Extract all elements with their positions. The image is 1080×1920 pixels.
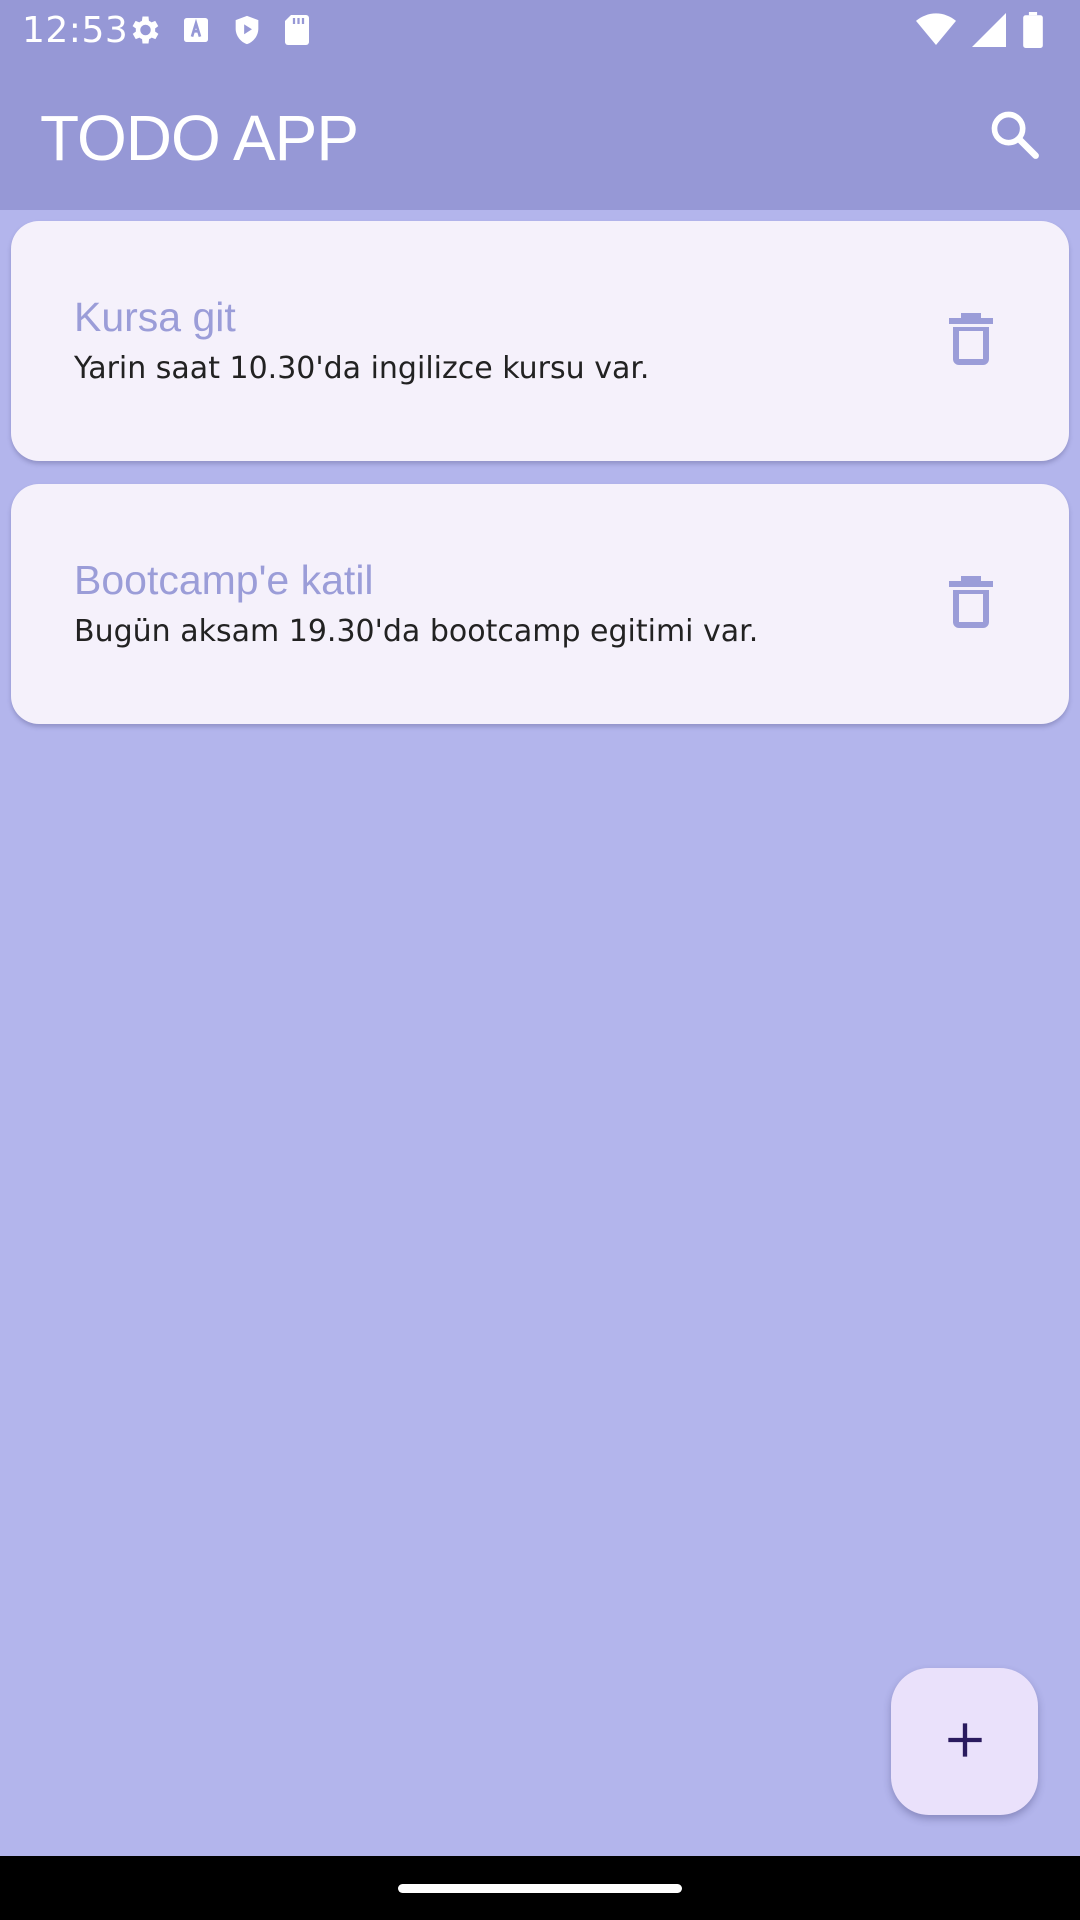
todo-title: Kursa git (74, 294, 236, 340)
status-time: 12:53 (22, 10, 129, 51)
signal-icon (972, 13, 1006, 51)
shield-play-icon (230, 12, 264, 52)
gear-icon (126, 12, 162, 52)
app-title: TODO APP (40, 102, 359, 174)
delete-button[interactable] (943, 576, 999, 632)
wifi-icon (916, 13, 956, 51)
home-indicator[interactable] (398, 1884, 682, 1893)
navigation-bar (0, 1856, 1080, 1920)
trash-icon (949, 313, 993, 369)
status-icons-left (126, 12, 312, 52)
sd-card-icon (282, 12, 312, 52)
plus-icon (945, 1720, 985, 1764)
status-bar: 12:53 (0, 0, 1080, 62)
status-icons-right (916, 12, 1044, 52)
todo-title: Bootcamp'e katil (74, 557, 374, 603)
search-icon (988, 108, 1040, 164)
trash-icon (949, 576, 993, 632)
todo-card[interactable]: Bootcamp'e katil Bugün aksam 19.30'da bo… (11, 484, 1069, 724)
todo-list: Kursa git Yarin saat 10.30'da ingilizce … (11, 221, 1069, 747)
delete-button[interactable] (943, 313, 999, 369)
todo-description: Yarin saat 10.30'da ingilizce kursu var. (74, 351, 650, 386)
search-button[interactable] (984, 106, 1044, 166)
battery-icon (1022, 12, 1044, 52)
add-todo-button[interactable] (891, 1668, 1038, 1815)
todo-card[interactable]: Kursa git Yarin saat 10.30'da ingilizce … (11, 221, 1069, 461)
font-a-icon (180, 14, 212, 50)
app-bar: TODO APP (0, 62, 1080, 210)
todo-description: Bugün aksam 19.30'da bootcamp egitimi va… (74, 614, 759, 649)
